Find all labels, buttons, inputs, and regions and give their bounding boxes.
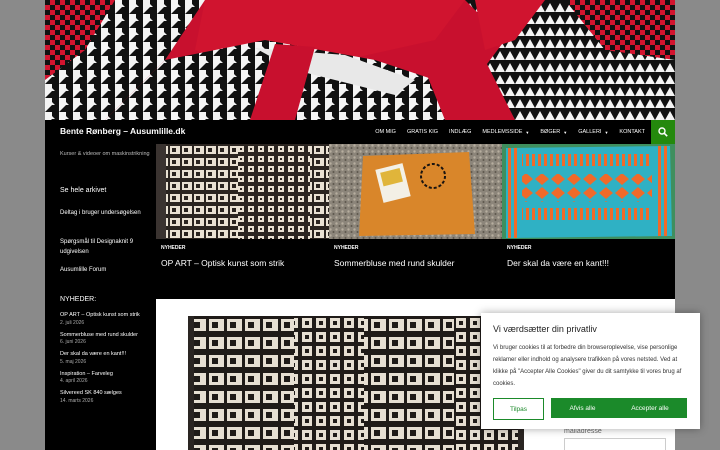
survey-link[interactable]: Deltag i bruger undersø­gelsen	[60, 208, 150, 218]
search-button[interactable]	[651, 120, 675, 144]
news-item: OP ART – Optisk kunst som strik 2. juli …	[60, 312, 150, 327]
knit-pattern-graphic	[45, 0, 675, 120]
menu-item-medlemsside[interactable]: MEDLEMSSIDE ▼	[482, 129, 529, 135]
news-item-title[interactable]: Der skal da være en kant!!!	[60, 351, 150, 359]
primary-menu: OM MIG GRATIS KIG INDLÆG MEDLEMSSIDE ▼ BØ…	[364, 120, 645, 144]
featured-post[interactable]: NYHEDER Der skal da være en kant!!!	[502, 144, 675, 299]
news-item: Inspiration – Farveleg 4. april 2026	[60, 371, 150, 386]
reject-all-button[interactable]: Afvis alle	[551, 398, 614, 418]
news-item-date: 5. maj 2026	[60, 358, 87, 365]
menu-item-label: KONTAKT	[619, 129, 645, 135]
featured-post-thumbnail[interactable]	[156, 144, 329, 239]
caret-down-icon: ▼	[563, 129, 568, 135]
post-title[interactable]: Der skal da være en kant!!!	[507, 258, 672, 268]
featured-post[interactable]: NYHEDER Sommerbluse med rund skulder	[329, 144, 502, 299]
menu-item-galleri[interactable]: GALLERI ▼	[578, 129, 608, 135]
news-item-date: 4. april 2026	[60, 378, 88, 384]
cookie-text: Vi bruger cookies til at forbedre din br…	[493, 345, 682, 387]
news-item-title[interactable]: OP ART – Optisk kunst som strik	[60, 312, 150, 320]
featured-posts: NYHEDER OP ART – Optisk kunst som strik	[156, 144, 675, 299]
featured-post-thumbnail[interactable]	[329, 144, 502, 239]
forum-link[interactable]: Ausumlille Forum	[60, 267, 106, 273]
caret-down-icon: ▼	[525, 129, 530, 135]
sweater-on-gravel-image	[329, 144, 502, 239]
cookie-title: Vi værdsætter din privatliv	[493, 324, 597, 334]
menu-item-label: OM MIG	[375, 129, 396, 135]
news-item-date: 6. juni 2026	[60, 339, 86, 345]
post-featured-image[interactable]	[188, 316, 524, 450]
news-item: Silvereed SK 840 sælges 14. marts 2026	[60, 390, 150, 405]
news-item: Der skal da være en kant!!! 5. maj 2026	[60, 351, 150, 366]
menu-item-kontakt[interactable]: KONTAKT	[619, 129, 645, 135]
news-item-title[interactable]: Inspiration – Farveleg	[60, 371, 150, 379]
post-category[interactable]: NYHEDER	[161, 245, 185, 251]
featured-post-thumbnail[interactable]	[502, 144, 675, 239]
menu-item-label: GALLERI	[578, 129, 602, 135]
menu-item-boger[interactable]: BØGER ▼	[540, 129, 567, 135]
news-heading: NYHEDER:	[60, 296, 97, 303]
header-image[interactable]	[45, 0, 675, 120]
site-title[interactable]: Bente Rønberg – Ausumlille.dk	[60, 126, 185, 136]
accept-all-button[interactable]: Accepter alle	[613, 398, 687, 418]
news-list: OP ART – Optisk kunst som strik 2. juli …	[60, 312, 150, 410]
caret-down-icon: ▼	[604, 129, 609, 135]
email-label: mailadresse	[564, 428, 602, 435]
menu-item-indlaeg[interactable]: INDLÆG	[449, 129, 471, 135]
post-category[interactable]: NYHEDER	[334, 245, 358, 251]
cookie-consent-dialog: Vi værdsætter din privatliv Vi bruger co…	[481, 313, 700, 429]
news-item: Sommerbluse med rund skulder 6. juni 202…	[60, 332, 150, 347]
featured-post[interactable]: NYHEDER OP ART – Optisk kunst som strik	[156, 144, 329, 299]
post-title[interactable]: Sommerbluse med rund skulder	[334, 258, 499, 268]
op-art-knit-image	[156, 144, 329, 239]
news-item-date: 2. juli 2026	[60, 319, 85, 326]
email-field[interactable]	[564, 438, 666, 450]
news-item-date: 14. marts 2026	[60, 397, 94, 404]
post-title[interactable]: OP ART – Optisk kunst som strik	[161, 258, 326, 268]
news-item-title[interactable]: Sommerbluse med rund skulder	[60, 332, 150, 340]
menu-item-label: MEDLEMSSIDE	[482, 129, 523, 135]
menu-item-label: INDLÆG	[449, 129, 472, 135]
menu-item-gratis-kig[interactable]: GRATIS KIG	[407, 129, 438, 135]
post-category[interactable]: NYHEDER	[507, 245, 531, 251]
customize-button[interactable]: Tilpas	[493, 398, 544, 420]
menu-item-label: GRATIS KIG	[406, 129, 439, 135]
knitted-border-image	[502, 144, 675, 239]
news-item-title[interactable]: Silvereed SK 840 sælges	[60, 390, 150, 398]
search-icon	[658, 127, 668, 137]
archive-link[interactable]: Se hele arkivet	[60, 187, 106, 194]
op-art-large-knit-image	[188, 316, 524, 450]
menu-item-label: BØGER	[540, 129, 561, 135]
designaknit-link[interactable]: Spørgsmål til Designaknit 9 udgivelsen	[60, 237, 150, 257]
site-description: Kurser & videoer om maskinstrikning	[60, 151, 150, 157]
menu-item-om-mig[interactable]: OM MIG	[375, 129, 396, 135]
top-navigation-bar: Bente Rønberg – Ausumlille.dk OM MIG GRA…	[45, 120, 675, 144]
left-sidebar: Kurser & videoer om maskinstrikning Se h…	[45, 144, 156, 450]
